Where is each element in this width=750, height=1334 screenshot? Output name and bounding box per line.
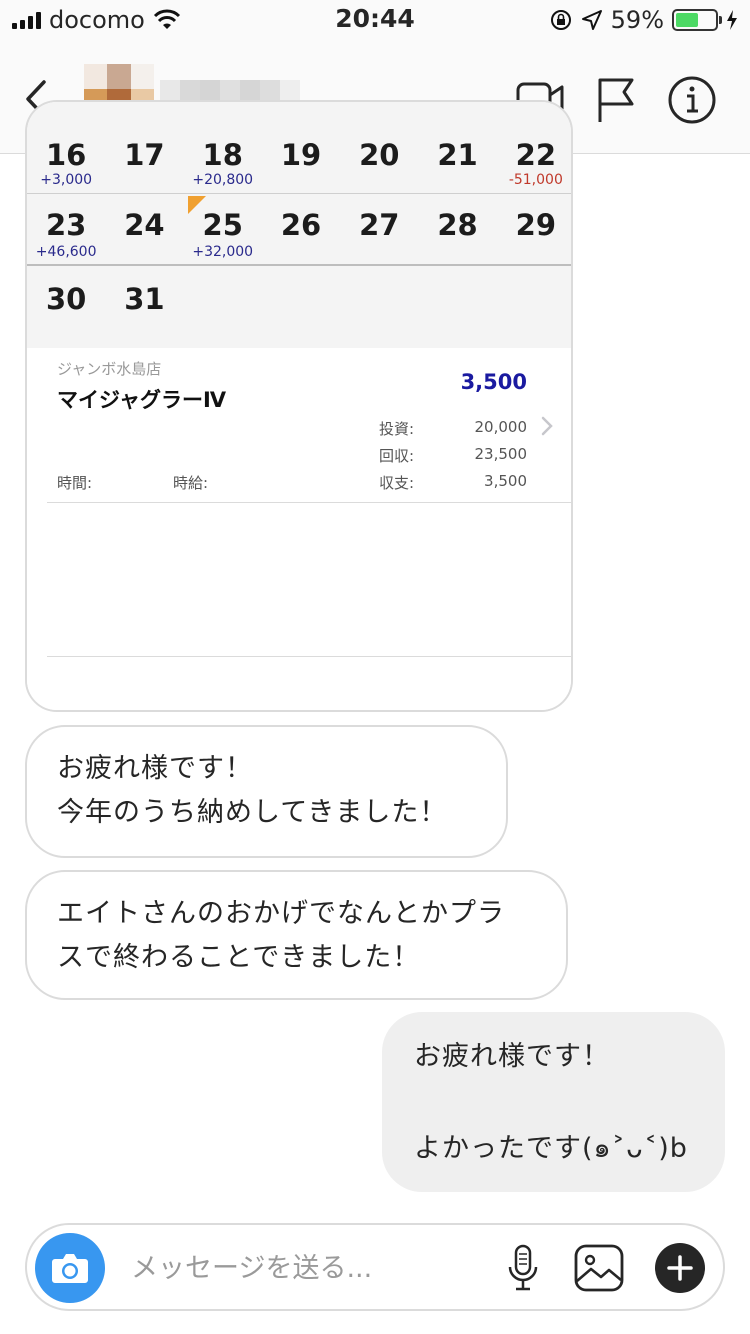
camera-icon xyxy=(52,1254,88,1283)
microphone-icon[interactable] xyxy=(505,1243,541,1293)
shared-post-card[interactable]: 16 +3,000 17 18 +20,800 19 20 21 22 -51,000 23 +46… xyxy=(25,100,573,712)
calendar-day-number: 31 xyxy=(124,282,165,316)
profit-value: 3,500 xyxy=(460,370,527,394)
record-detail[interactable]: ジャンボ水島店 マイジャグラーⅣ 3,500 投資: 20,000 回収: 23… xyxy=(27,348,571,710)
collect-value: 23,500 xyxy=(474,445,528,463)
calendar-day-number: 24 xyxy=(124,208,165,242)
rotation-lock-icon xyxy=(550,10,571,30)
balance-value: 3,500 xyxy=(484,472,527,490)
battery-icon xyxy=(672,9,722,31)
chevron-right-icon[interactable] xyxy=(539,414,555,438)
calendar-day-amount: +3,000 xyxy=(40,172,93,188)
invest-label: 投資: xyxy=(379,420,415,438)
message-bubble-received[interactable]: お疲れ様です！ 今年のうち納めしてきました！ xyxy=(25,725,508,858)
status-bar: docomo 20:44 59% xyxy=(0,0,750,40)
calendar-day-number: 30 xyxy=(45,282,87,316)
calendar-day-amount: +32,000 xyxy=(192,244,254,260)
calendar-day-number: 29 xyxy=(515,208,557,242)
charging-icon xyxy=(727,10,737,30)
balance-label: 収支: xyxy=(379,474,415,492)
divider xyxy=(47,502,571,503)
message-composer xyxy=(25,1223,725,1311)
calendar-day-number: 16 xyxy=(45,138,87,172)
calendar-day-number: 26 xyxy=(280,208,322,242)
calendar-day-cell[interactable]: 24 xyxy=(105,194,183,264)
flag-icon[interactable] xyxy=(590,74,642,126)
calendar-day-cell[interactable]: 17 xyxy=(105,102,183,193)
invest-value: 20,000 xyxy=(474,418,528,436)
calendar-day-number: 27 xyxy=(359,208,400,242)
calendar-week: 30 31 xyxy=(27,268,571,348)
calendar-day-number: 20 xyxy=(359,138,400,172)
calendar-day-cell[interactable]: 16 +3,000 xyxy=(27,102,105,193)
hourly-label: 時給: xyxy=(173,474,209,492)
store-name: ジャンボ水島店 xyxy=(57,360,162,378)
calendar-day-cell[interactable]: 25 +32,000 xyxy=(184,194,262,264)
plus-icon xyxy=(667,1255,693,1281)
calendar-day-number: 17 xyxy=(124,138,165,172)
time-label: 時間: xyxy=(57,474,93,492)
calendar-day-cell[interactable]: 22 -51,000 xyxy=(497,102,571,193)
message-bubble-sent[interactable]: お疲れ様です！ よかったです(๑˃ᴗ˂)b xyxy=(382,1012,725,1192)
calendar-day-cell[interactable]: 28 xyxy=(418,194,496,264)
calendar-day-cell[interactable]: 18 +20,800 xyxy=(184,102,262,193)
machine-name: マイジャグラーⅣ xyxy=(57,388,227,412)
calendar-day-number: 18 xyxy=(202,138,243,172)
calendar-day-number: 19 xyxy=(280,138,322,172)
calendar-day-cell[interactable]: 30 xyxy=(27,268,105,348)
calendar-day-cell[interactable]: 19 xyxy=(262,102,340,193)
calendar-day-cell[interactable]: 23 +46,600 xyxy=(27,194,105,264)
calendar-day-cell[interactable]: 29 xyxy=(497,194,571,264)
divider xyxy=(47,656,571,657)
camera-button[interactable] xyxy=(35,1233,105,1303)
calendar: 16 +3,000 17 18 +20,800 19 20 21 22 -51,000 23 +46… xyxy=(27,102,571,348)
message-bubble-received[interactable]: エイトさんのおかげでなんとかプラ スで終わることできました！ xyxy=(25,870,568,1000)
calendar-day-cell[interactable]: 20 xyxy=(340,102,418,193)
status-right: 59% xyxy=(549,6,738,34)
info-icon[interactable] xyxy=(666,74,718,126)
calendar-day-cell[interactable]: 21 xyxy=(418,102,496,193)
calendar-day-cell[interactable]: 26 xyxy=(262,194,340,264)
calendar-day-number: 23 xyxy=(45,208,87,242)
battery-percent: 59% xyxy=(610,6,664,34)
gallery-icon[interactable] xyxy=(573,1243,625,1293)
add-button[interactable] xyxy=(655,1243,705,1293)
calendar-day-cell[interactable]: 31 xyxy=(105,268,183,348)
calendar-week: 16 +3,000 17 18 +20,800 19 20 21 22 -51,000 xyxy=(27,102,571,194)
location-icon xyxy=(581,10,602,30)
collect-label: 回収: xyxy=(379,447,415,465)
calendar-day-amount: +20,800 xyxy=(192,172,254,188)
calendar-week: 23 +46,600 24 25 +32,000 26 27 28 29 xyxy=(27,194,571,266)
calendar-day-cell[interactable]: 27 xyxy=(340,194,418,264)
calendar-day-number: 28 xyxy=(437,208,478,242)
message-input[interactable] xyxy=(131,1247,471,1289)
calendar-day-number: 21 xyxy=(437,138,478,172)
today-marker xyxy=(187,196,206,214)
calendar-day-amount: +46,600 xyxy=(35,244,97,260)
calendar-day-amount: -51,000 xyxy=(508,172,563,188)
calendar-day-number: 22 xyxy=(515,138,557,172)
